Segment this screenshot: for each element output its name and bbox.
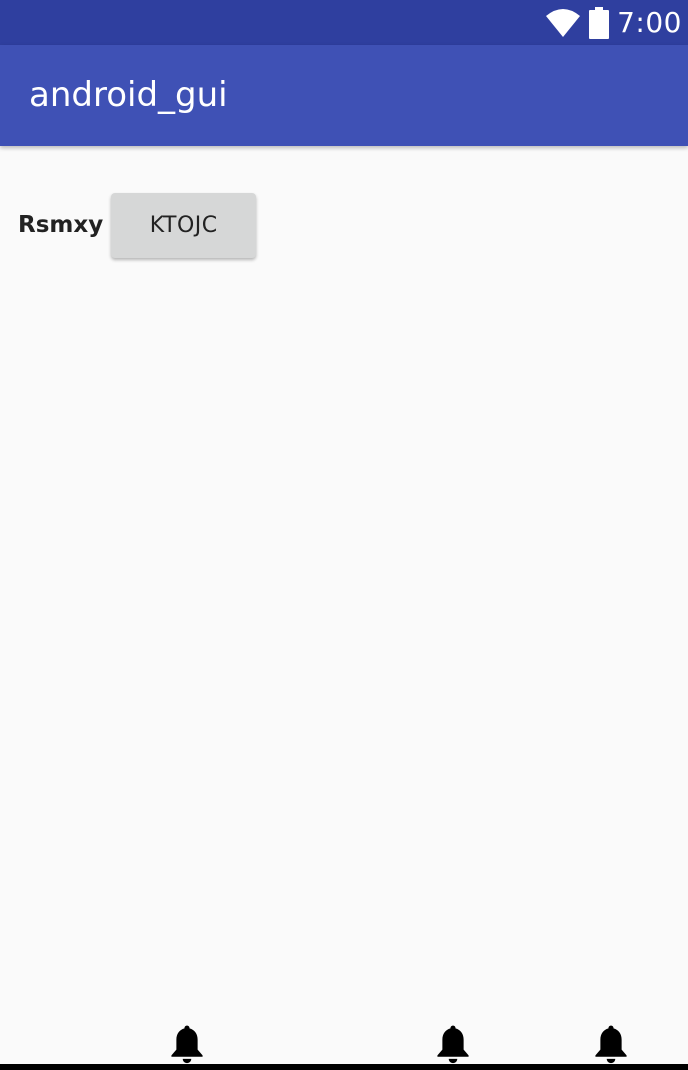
bell-icon xyxy=(595,1025,627,1064)
bell-icon xyxy=(171,1025,203,1064)
screen: 7:00 android_gui Rsmxy KTOJC xyxy=(0,0,688,1070)
battery-icon xyxy=(589,6,610,39)
bell-icon xyxy=(437,1025,469,1064)
content-row: Rsmxy KTOJC xyxy=(18,192,257,258)
app-bar: android_gui xyxy=(0,45,688,146)
rsmxy-label: Rsmxy xyxy=(18,212,104,238)
navigation-bar-edge xyxy=(0,1064,688,1070)
status-time: 7:00 xyxy=(617,6,682,39)
ktojc-button[interactable]: KTOJC xyxy=(111,192,257,258)
wifi-icon xyxy=(546,8,581,37)
status-icons: 7:00 xyxy=(545,0,682,45)
status-bar: 7:00 xyxy=(0,0,688,45)
app-title: android_gui xyxy=(29,75,228,115)
